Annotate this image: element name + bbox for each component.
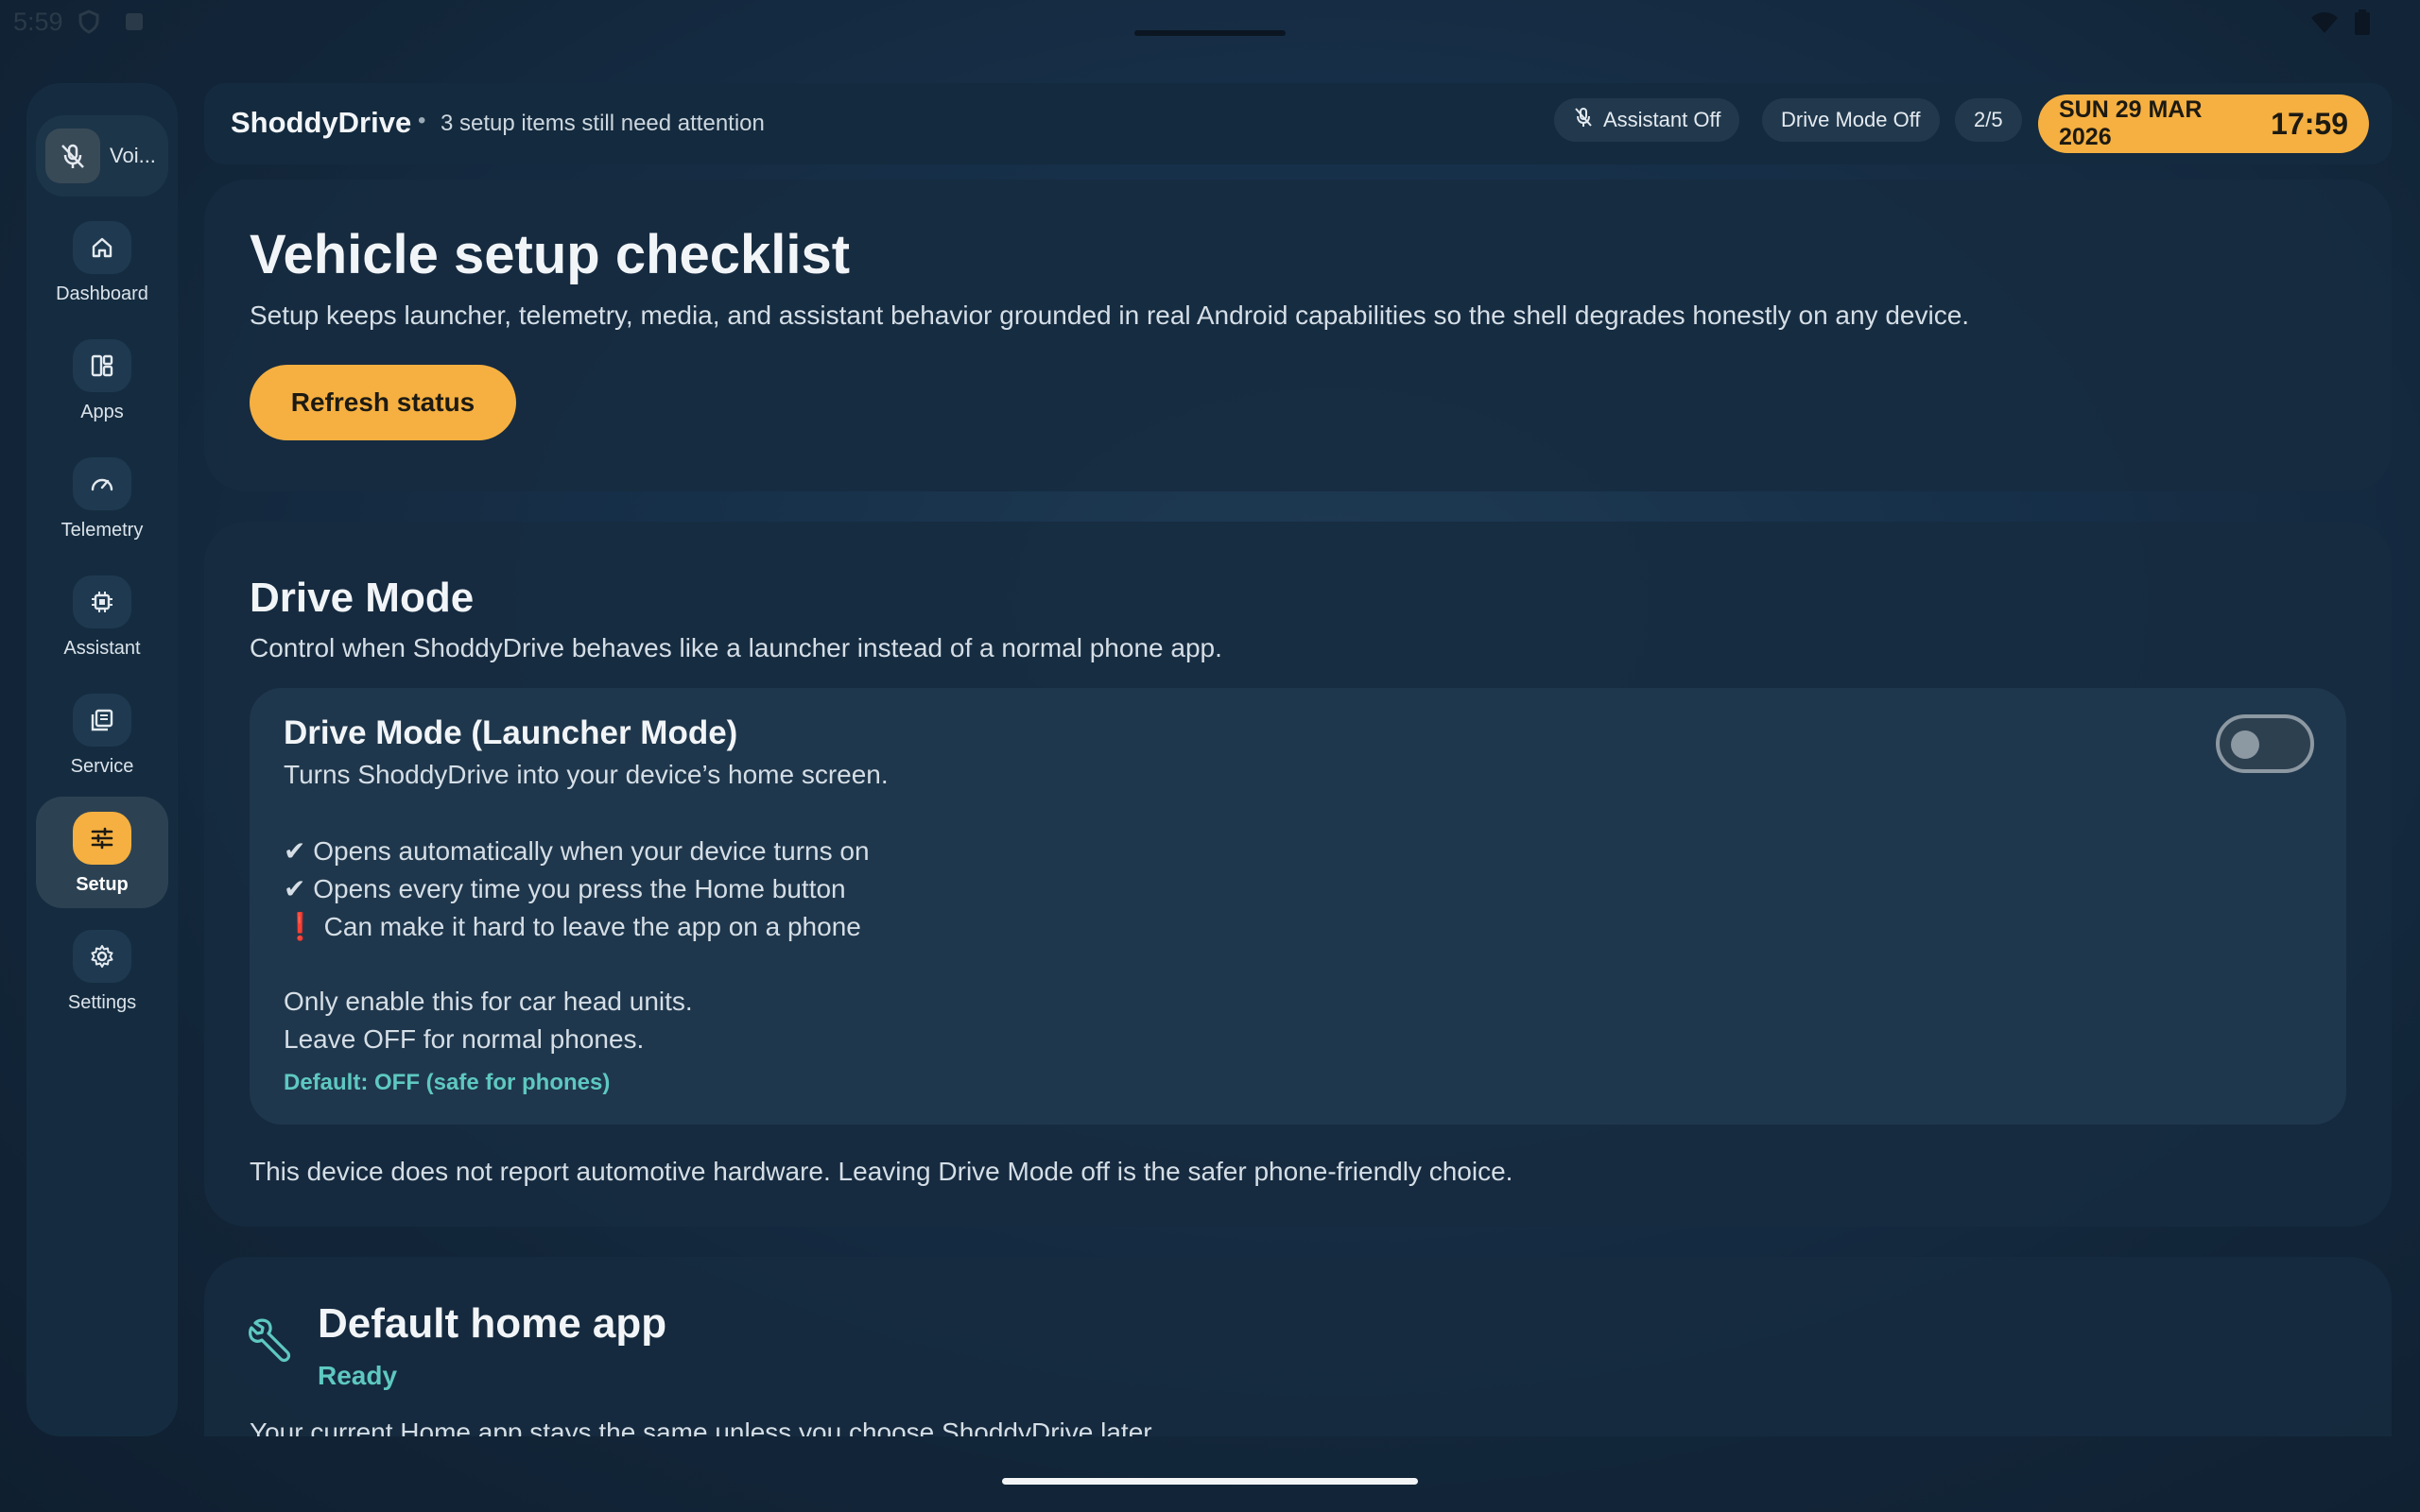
mic-off-icon bbox=[1573, 107, 1594, 133]
speedometer-icon bbox=[73, 457, 131, 510]
launcher-benefit-item: ✔ Opens every time you press the Home bu… bbox=[284, 874, 846, 903]
drive-mode-title: Drive Mode bbox=[250, 575, 475, 621]
toggle-knob bbox=[2231, 730, 2259, 759]
sidebar-item-service[interactable]: Service bbox=[36, 679, 168, 790]
mic-off-icon bbox=[45, 129, 100, 183]
status-time: 5:59 bbox=[13, 8, 63, 36]
clock-date: SUN 29 MAR 2026 bbox=[2059, 96, 2203, 150]
drive-mode-toggle[interactable] bbox=[2216, 714, 2314, 773]
drive-mode-footnote: This device does not report automotive h… bbox=[250, 1157, 1513, 1186]
notification-icon bbox=[123, 9, 146, 34]
app-title: ShoddyDrive bbox=[231, 106, 412, 139]
apps-icon bbox=[73, 339, 131, 392]
launcher-warning-item: ❗ Can make it hard to leave the app on a… bbox=[284, 911, 861, 942]
top-bar: ShoddyDrive • 3 setup items still need a… bbox=[204, 83, 2392, 164]
chip-icon bbox=[73, 576, 131, 628]
drag-handle[interactable] bbox=[1134, 30, 1286, 36]
battery-icon bbox=[2354, 9, 2371, 41]
setup-progress-label: 2/5 bbox=[1974, 108, 2003, 131]
drive-mode-description: Control when ShoddyDrive behaves like a … bbox=[250, 633, 1222, 662]
refresh-status-button[interactable]: Refresh status bbox=[250, 365, 516, 440]
sidebar-item-setup[interactable]: Setup bbox=[36, 797, 168, 908]
home-app-title: Default home app bbox=[318, 1300, 667, 1347]
status-bar: 5:59 bbox=[0, 0, 2420, 45]
assistant-status-label: Assistant Off bbox=[1603, 108, 1721, 131]
assistant-status-pill[interactable]: Assistant Off bbox=[1554, 98, 1740, 142]
clock-pill[interactable]: SUN 29 MAR 2026 17:59 bbox=[2038, 94, 2369, 153]
sidebar-item-dashboard[interactable]: Dashboard bbox=[36, 206, 168, 318]
launcher-mode-title: Drive Mode (Launcher Mode) bbox=[284, 714, 738, 751]
page-title: Vehicle setup checklist bbox=[250, 224, 851, 285]
warning-icon: ❗ bbox=[284, 912, 317, 941]
voice-label: Voi... bbox=[110, 144, 156, 167]
drive-mode-status-label: Drive Mode Off bbox=[1781, 108, 1921, 131]
sidebar-item-settings[interactable]: Settings bbox=[36, 915, 168, 1026]
setup-progress-pill[interactable]: 2/5 bbox=[1955, 98, 2022, 142]
home-app-card: Default home app Ready Your current Home… bbox=[204, 1257, 2392, 1436]
sidebar-item-label: Setup bbox=[76, 874, 129, 895]
tune-icon bbox=[73, 812, 131, 865]
drive-mode-status-pill[interactable]: Drive Mode Off bbox=[1762, 98, 1940, 142]
launcher-warning-text: Can make it hard to leave the app on a p… bbox=[323, 912, 861, 941]
setup-content[interactable]: Vehicle setup checklist Setup keeps laun… bbox=[204, 180, 2392, 1436]
launcher-mode-summary: Turns ShoddyDrive into your device’s hom… bbox=[284, 760, 889, 789]
drive-mode-card: Drive Mode Control when ShoddyDrive beha… bbox=[204, 522, 2392, 1227]
home-icon bbox=[73, 221, 131, 274]
sidebar-item-apps[interactable]: Apps bbox=[36, 324, 168, 436]
gesture-nav-handle[interactable] bbox=[1002, 1478, 1418, 1485]
sidebar-item-label: Service bbox=[70, 756, 134, 777]
sidebar-item-label: Dashboard bbox=[56, 284, 148, 304]
sidebar-item-label: Settings bbox=[67, 992, 137, 1013]
sidebar-item-telemetry[interactable]: Telemetry bbox=[36, 442, 168, 554]
service-icon bbox=[73, 694, 131, 747]
sidebar-item-assistant[interactable]: Assistant bbox=[36, 560, 168, 672]
launcher-note: Leave OFF for normal phones. bbox=[284, 1024, 645, 1054]
title-separator: • bbox=[418, 108, 426, 133]
launcher-mode-option[interactable]: Drive Mode (Launcher Mode) Turns ShoddyD… bbox=[250, 688, 2346, 1125]
sidebar-item-label: Assistant bbox=[63, 638, 141, 659]
launcher-benefit-item: ✔ Opens automatically when your device t… bbox=[284, 836, 870, 866]
sidebar-item-label: Apps bbox=[80, 402, 124, 422]
checklist-description: Setup keeps launcher, telemetry, media, … bbox=[250, 301, 1970, 330]
home-app-description: Your current Home app stays the same unl… bbox=[250, 1418, 1158, 1436]
sidebar-item-label: Telemetry bbox=[60, 520, 144, 541]
sidebar: Voi... Dashboard Apps Telemetry Assistan… bbox=[26, 83, 178, 1436]
clock-time: 17:59 bbox=[2271, 106, 2348, 141]
launcher-note: Only enable this for car head units. bbox=[284, 987, 693, 1016]
checklist-card: Vehicle setup checklist Setup keeps laun… bbox=[204, 180, 2392, 491]
gear-icon bbox=[73, 930, 131, 983]
launcher-default-hint: Default: OFF (safe for phones) bbox=[284, 1070, 611, 1095]
voice-button[interactable]: Voi... bbox=[36, 115, 168, 197]
home-app-status: Ready bbox=[318, 1361, 398, 1390]
wrench-icon bbox=[246, 1315, 295, 1365]
wifi-icon bbox=[2310, 10, 2339, 40]
shield-icon bbox=[78, 9, 100, 34]
setup-status-text: 3 setup items still need attention bbox=[441, 111, 765, 136]
